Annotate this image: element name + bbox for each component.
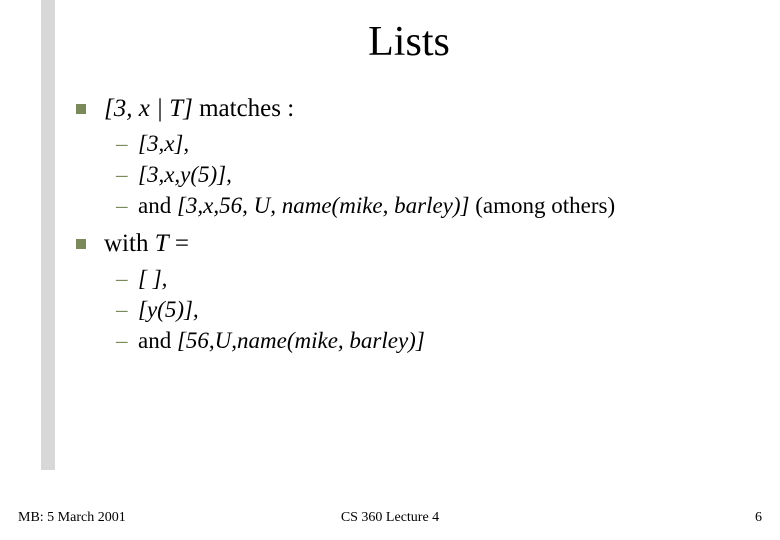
square-bullet-icon	[76, 104, 86, 114]
sub-bullet-item: – and [56,U,name(mike, barley)]	[138, 325, 750, 356]
sub-bullet-item: – [3,x,y(5)],	[138, 159, 750, 190]
sub-prefix: and	[138, 328, 177, 353]
dash-bullet-icon: –	[116, 294, 128, 325]
slide-title: Lists	[68, 18, 750, 66]
bullet-text: matches :	[193, 95, 294, 122]
slide: Lists [3, x | T] matches : – [3,x], – [3…	[0, 0, 780, 540]
slide-footer: MB: 5 March 2001 CS 360 Lecture 4 6	[18, 510, 762, 526]
dash-bullet-icon: –	[116, 263, 128, 294]
side-decoration	[41, 0, 55, 470]
dash-bullet-icon: –	[116, 190, 128, 221]
bullet-prefix: with	[104, 230, 155, 257]
sub-expr: [3,x,y(5)],	[138, 162, 232, 187]
bullet-var: T	[155, 230, 169, 257]
bullet-suffix: =	[169, 230, 189, 257]
sub-prefix: and	[138, 193, 177, 218]
square-bullet-icon	[76, 239, 86, 249]
bullet-item: with T =	[104, 227, 750, 261]
sub-bullet-item: – and [3,x,56, U, name(mike, barley)] (a…	[138, 190, 750, 221]
sub-expr: [3,x,56, U, name(mike, barley)]	[177, 193, 470, 218]
dash-bullet-icon: –	[116, 159, 128, 190]
sub-expr: [3,x],	[138, 131, 189, 156]
footer-center: CS 360 Lecture 4	[18, 510, 762, 526]
slide-content: [3, x | T] matches : – [3,x], – [3,x,y(5…	[104, 92, 750, 356]
sub-suffix: (among others)	[470, 193, 616, 218]
bullet-item: [3, x | T] matches :	[104, 92, 750, 126]
dash-bullet-icon: –	[116, 128, 128, 159]
sub-expr: [y(5)],	[138, 297, 199, 322]
dash-bullet-icon: –	[116, 325, 128, 356]
footer-left: MB: 5 March 2001	[18, 510, 126, 526]
sub-bullet-item: – [3,x],	[138, 128, 750, 159]
sub-expr: [56,U,name(mike, barley)]	[177, 328, 425, 353]
footer-page-number: 6	[755, 510, 762, 526]
pattern-expr: [3, x | T]	[104, 95, 193, 122]
sub-expr: [ ],	[138, 266, 167, 291]
sub-bullet-item: – [y(5)],	[138, 294, 750, 325]
sub-bullet-item: – [ ],	[138, 263, 750, 294]
